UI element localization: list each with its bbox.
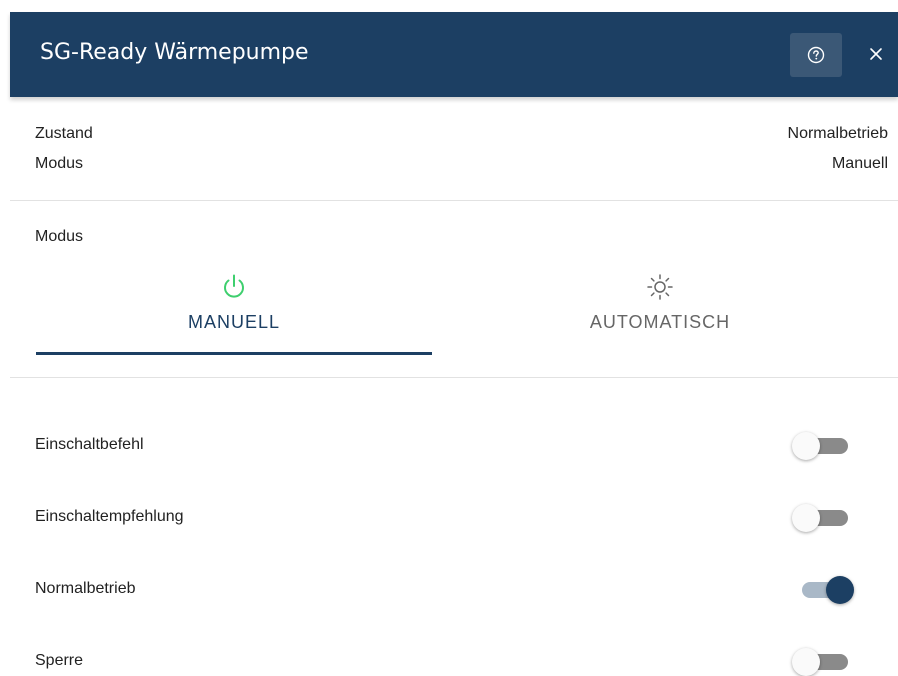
sperre-switch[interactable] bbox=[792, 648, 848, 676]
dialog-header: SG-Ready Wärmepumpe bbox=[10, 12, 898, 97]
toggle-row-einschaltempfehlung: Einschaltempfehlung bbox=[35, 498, 860, 538]
zustand-value: Normalbetrieb bbox=[787, 125, 888, 142]
power-icon bbox=[224, 274, 244, 298]
toggle-row-sperre: Sperre bbox=[35, 642, 860, 676]
close-button[interactable] bbox=[858, 36, 894, 72]
toggle-row-einschaltbefehl: Einschaltbefehl bbox=[35, 426, 860, 466]
zustand-label: Zustand bbox=[35, 125, 93, 142]
toggle-label: Normalbetrieb bbox=[35, 580, 136, 597]
mode-section-label: Modus bbox=[35, 228, 84, 245]
switch-knob bbox=[792, 432, 820, 460]
toggle-label: Einschaltempfehlung bbox=[35, 508, 184, 525]
divider bbox=[10, 200, 898, 201]
close-icon bbox=[870, 48, 882, 60]
help-button[interactable] bbox=[790, 33, 842, 77]
tab-manuell-label: MANUELL bbox=[187, 312, 281, 332]
dialog-title: SG-Ready Wärmepumpe bbox=[40, 40, 309, 65]
einschaltempfehlung-switch[interactable] bbox=[792, 504, 848, 532]
toggle-label: Sperre bbox=[35, 652, 84, 669]
tab-automatisch[interactable]: AUTOMATISCH bbox=[462, 268, 858, 356]
toggle-row-normalbetrieb: Normalbetrieb bbox=[35, 570, 860, 610]
modus-label: Modus bbox=[35, 155, 84, 172]
tab-manuell[interactable]: MANUELL bbox=[36, 268, 432, 356]
tab-automatisch-label: AUTOMATISCH bbox=[589, 312, 731, 332]
status-row-zustand: Zustand Normalbetrieb bbox=[35, 125, 888, 149]
divider bbox=[10, 377, 898, 378]
modus-value: Manuell bbox=[831, 155, 888, 172]
einschaltbefehl-switch[interactable] bbox=[792, 432, 848, 460]
active-tab-indicator bbox=[36, 352, 432, 355]
normalbetrieb-switch[interactable] bbox=[798, 576, 854, 604]
switch-knob bbox=[826, 576, 854, 604]
toggle-label: Einschaltbefehl bbox=[35, 436, 144, 453]
switch-knob bbox=[792, 648, 820, 676]
dialog: SG-Ready Wärmepumpe Zustand Normalbetrie… bbox=[0, 0, 898, 676]
status-row-modus: Modus Manuell bbox=[35, 155, 888, 179]
sun-icon bbox=[647, 274, 673, 300]
switch-knob bbox=[792, 504, 820, 532]
help-circle-icon bbox=[807, 46, 825, 64]
